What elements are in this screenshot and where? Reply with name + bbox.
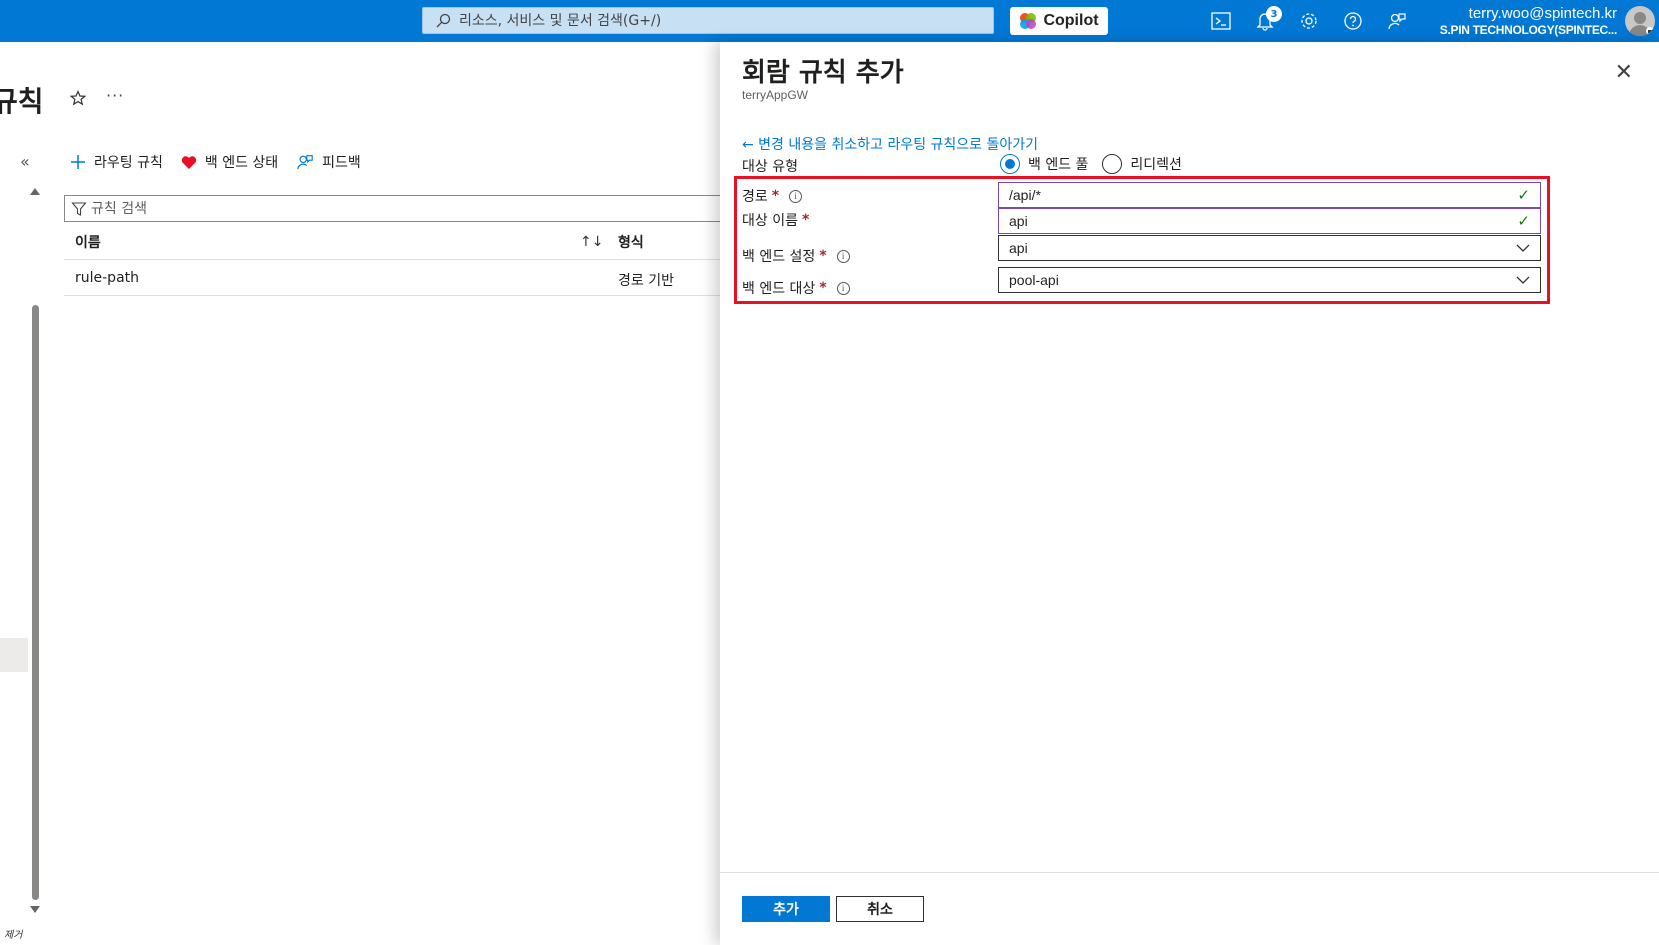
rule-filter-input[interactable] <box>91 200 691 217</box>
checkmark-icon: ✓ <box>1517 187 1530 204</box>
notification-badge: 3 <box>1266 6 1282 22</box>
info-icon[interactable]: i <box>836 249 850 263</box>
radio-backend-pool[interactable]: 백 엔드 풀 <box>1000 154 1088 174</box>
panel-title: 회람 규칙 추가 <box>742 58 904 88</box>
radio-backend-pool-label: 백 엔드 풀 <box>1028 157 1089 173</box>
target-type-label: 대상 유형 <box>742 156 798 176</box>
info-icon[interactable]: i <box>836 281 850 295</box>
feedback-person-icon <box>297 155 313 170</box>
backend-target-dropdown-value: pool-api <box>1009 272 1059 288</box>
header-divider <box>64 259 724 260</box>
plus-icon <box>71 155 85 169</box>
backend-setting-dropdown[interactable]: api <box>998 235 1541 261</box>
target-type-radio-group: 백 엔드 풀 리디렉션 <box>1000 154 1182 174</box>
path-label: 경로 * i <box>742 186 803 206</box>
scroll-up-arrow[interactable] <box>30 188 40 195</box>
close-icon[interactable]: ✕ <box>1615 60 1633 85</box>
scrollbar-thumb[interactable] <box>32 305 39 900</box>
add-routing-rule-label: 라우팅 규칙 <box>94 155 163 171</box>
collapse-icon[interactable]: « <box>20 152 30 171</box>
checkmark-icon: ✓ <box>1517 213 1530 230</box>
global-search[interactable] <box>422 7 994 34</box>
more-options-button[interactable]: ··· <box>106 86 124 105</box>
row-divider <box>64 295 724 296</box>
chevron-down-icon <box>1516 244 1530 252</box>
info-icon[interactable]: i <box>789 189 803 203</box>
backend-setting-label: 백 엔드 설정 * i <box>742 246 850 266</box>
avatar[interactable] <box>1625 6 1655 36</box>
required-marker: * <box>819 248 827 264</box>
add-path-rule-panel: 회람 규칙 추가 terryAppGW ✕ ← 변경 내용을 취소하고 라우팅 … <box>720 42 1659 945</box>
feedback-label: 피드백 <box>322 155 361 171</box>
panel-subtitle: terryAppGW <box>742 88 809 102</box>
sort-icon[interactable]: ↑↓ <box>580 234 603 250</box>
chevron-down-icon <box>1516 276 1530 284</box>
path-input-value: /api/* <box>1009 187 1041 203</box>
cloud-shell-icon[interactable] <box>1210 10 1232 32</box>
heart-icon <box>181 155 197 169</box>
copilot-button[interactable]: Copilot <box>1010 7 1108 35</box>
rule-filter[interactable] <box>64 195 724 222</box>
add-routing-rule-button[interactable]: 라우팅 규칙 <box>70 152 163 172</box>
required-marker: * <box>771 188 780 204</box>
target-name-label: 대상 이름 * <box>742 210 809 230</box>
page-title: 규칙 <box>0 85 44 118</box>
add-button[interactable]: 추가 <box>742 896 830 922</box>
backend-target-dropdown[interactable]: pool-api <box>998 267 1541 293</box>
target-name-input[interactable]: api ✓ <box>998 208 1541 234</box>
copilot-icon <box>1020 13 1037 29</box>
path-label-text: 경로 <box>742 189 768 205</box>
radio-redirection-label: 리디렉션 <box>1130 157 1182 173</box>
backend-health-label: 백 엔드 상태 <box>204 155 279 171</box>
command-bar: 라우팅 규칙 백 엔드 상태 피드백 <box>70 152 361 172</box>
help-icon[interactable] <box>1342 10 1364 32</box>
feedback-icon[interactable] <box>1386 10 1408 32</box>
feedback-button[interactable]: 피드백 <box>296 152 361 172</box>
cancel-button[interactable]: 취소 <box>836 896 924 922</box>
footer-divider <box>720 872 1659 873</box>
column-header-name[interactable]: 이름 <box>75 232 101 252</box>
user-org: S.PIN TECHNOLOGY(SPINTEC... <box>1439 23 1618 37</box>
global-search-input[interactable] <box>459 12 979 29</box>
search-icon <box>436 13 451 27</box>
backend-health-button[interactable]: 백 엔드 상태 <box>181 152 278 172</box>
user-account[interactable]: terry.woo@spintech.kr S.PIN TECHNOLOGY(S… <box>1439 5 1618 37</box>
scroll-down-arrow[interactable] <box>30 906 40 913</box>
star-icon[interactable] <box>70 90 86 106</box>
copilot-label: Copilot <box>1043 12 1099 29</box>
path-input[interactable]: /api/* ✓ <box>998 182 1541 208</box>
target-name-input-value: api <box>1009 213 1028 229</box>
radio-redirection-dot[interactable] <box>1102 154 1123 174</box>
backend-setting-label-text: 백 엔드 설정 <box>742 249 816 265</box>
backend-target-label-text: 백 엔드 대상 <box>742 281 816 297</box>
discard-back-link[interactable]: ← 변경 내용을 취소하고 라우팅 규칙으로 돌아가기 <box>742 134 1038 154</box>
user-email: terry.woo@spintech.kr <box>1468 5 1617 22</box>
target-type-label-text: 대상 유형 <box>742 159 798 175</box>
rule-name-cell[interactable]: rule-path <box>75 270 139 286</box>
required-marker: * <box>801 212 810 228</box>
rule-type-cell: 경로 기반 <box>618 273 674 289</box>
top-bar: Copilot 3 terry.woo@spintech.kr S.PIN TE… <box>0 0 1659 42</box>
selected-nav-item[interactable] <box>0 638 28 672</box>
backend-target-label: 백 엔드 대상 * i <box>742 278 850 298</box>
target-name-label-text: 대상 이름 <box>742 213 798 229</box>
remove-label: 제거 <box>4 930 23 941</box>
backend-setting-dropdown-value: api <box>1009 240 1028 256</box>
column-header-type[interactable]: 형식 <box>618 232 644 252</box>
radio-backend-pool-dot[interactable] <box>1000 154 1020 174</box>
filter-icon <box>71 201 87 216</box>
required-marker: * <box>819 280 827 296</box>
radio-redirection[interactable]: 리디렉션 <box>1102 154 1182 174</box>
gear-icon[interactable] <box>1298 10 1320 32</box>
